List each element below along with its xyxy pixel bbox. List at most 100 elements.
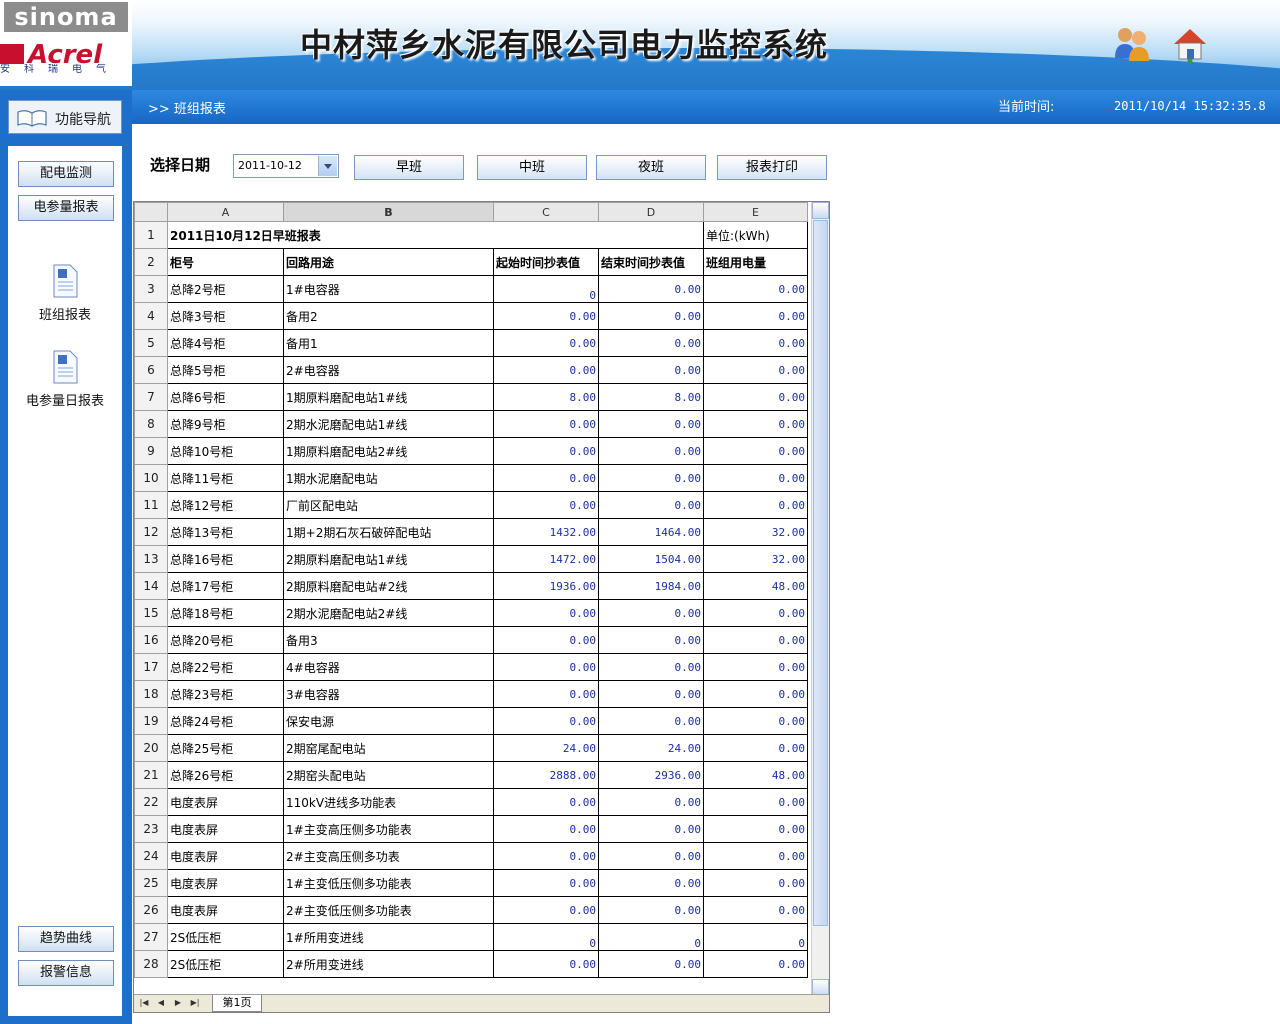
value-cell[interactable]: 0.00 [598, 707, 704, 735]
daily-param-report-link[interactable]: 电参量日报表 [8, 350, 122, 409]
value-cell[interactable]: 0.00 [493, 896, 599, 924]
text-cell[interactable]: 总降25号柜 [167, 734, 284, 762]
text-cell[interactable]: 总降23号柜 [167, 680, 284, 708]
text-cell[interactable]: 2#电容器 [283, 356, 494, 384]
text-cell[interactable]: 1#电容器 [283, 275, 494, 303]
value-cell[interactable]: 0.00 [493, 464, 599, 492]
column-header[interactable]: B [283, 202, 494, 222]
value-cell[interactable]: 1504.00 [598, 545, 704, 573]
text-cell[interactable]: 2期水泥磨配电站1#线 [283, 410, 494, 438]
param-report-button[interactable]: 电参量报表 [18, 195, 114, 221]
value-cell[interactable]: 0.00 [703, 788, 808, 816]
text-cell[interactable]: 总降16号柜 [167, 545, 284, 573]
row-header[interactable]: 17 [134, 653, 168, 681]
text-cell[interactable]: 电度表屏 [167, 815, 284, 843]
value-cell[interactable]: 0.00 [493, 680, 599, 708]
header-cell[interactable]: 结束时间抄表值 [598, 248, 704, 276]
text-cell[interactable]: 备用1 [283, 329, 494, 357]
text-cell[interactable]: 1期原料磨配电站1#线 [283, 383, 494, 411]
text-cell[interactable]: 电度表屏 [167, 842, 284, 870]
row-header[interactable]: 26 [134, 896, 168, 924]
row-header[interactable]: 19 [134, 707, 168, 735]
value-cell[interactable]: 0 [493, 275, 599, 303]
text-cell[interactable]: 电度表屏 [167, 896, 284, 924]
value-cell[interactable]: 0.00 [598, 842, 704, 870]
value-cell[interactable]: 24.00 [598, 734, 704, 762]
value-cell[interactable]: 0.00 [493, 329, 599, 357]
text-cell[interactable]: 总降20号柜 [167, 626, 284, 654]
text-cell[interactable]: 3#电容器 [283, 680, 494, 708]
value-cell[interactable]: 1472.00 [493, 545, 599, 573]
header-cell[interactable]: 班组用电量 [703, 248, 808, 276]
first-sheet-icon[interactable]: |◀ [136, 996, 152, 1010]
text-cell[interactable]: 总降6号柜 [167, 383, 284, 411]
scroll-thumb[interactable] [813, 220, 828, 926]
value-cell[interactable]: 0.00 [598, 680, 704, 708]
select-all-corner[interactable] [134, 202, 168, 222]
text-cell[interactable]: 2期原料磨配电站1#线 [283, 545, 494, 573]
value-cell[interactable]: 0.00 [703, 437, 808, 465]
row-header[interactable]: 27 [134, 923, 168, 951]
value-cell[interactable]: 0.00 [493, 599, 599, 627]
row-header[interactable]: 1 [134, 221, 168, 249]
row-header[interactable]: 4 [134, 302, 168, 330]
row-header[interactable]: 13 [134, 545, 168, 573]
text-cell[interactable]: 总降22号柜 [167, 653, 284, 681]
value-cell[interactable]: 32.00 [703, 545, 808, 573]
value-cell[interactable]: 1936.00 [493, 572, 599, 600]
value-cell[interactable]: 0.00 [598, 491, 704, 519]
value-cell[interactable]: 0.00 [493, 869, 599, 897]
alarm-info-button[interactable]: 报警信息 [18, 960, 114, 986]
value-cell[interactable]: 2888.00 [493, 761, 599, 789]
text-cell[interactable]: 2S低压柜 [167, 923, 284, 951]
text-cell[interactable]: 2#所用变进线 [283, 950, 494, 978]
row-header[interactable]: 25 [134, 869, 168, 897]
value-cell[interactable]: 0.00 [703, 815, 808, 843]
text-cell[interactable]: 总降3号柜 [167, 302, 284, 330]
text-cell[interactable]: 总降26号柜 [167, 761, 284, 789]
row-header[interactable]: 6 [134, 356, 168, 384]
value-cell[interactable]: 0.00 [493, 815, 599, 843]
value-cell[interactable]: 0.00 [493, 950, 599, 978]
text-cell[interactable]: 1#主变低压侧多功能表 [283, 869, 494, 897]
report-spreadsheet[interactable]: A B C D E 1 2011日10月12日早班报表 单位:(kWh) 2 柜… [133, 201, 830, 1013]
column-header[interactable]: D [598, 202, 704, 222]
value-cell[interactable]: 0.00 [703, 329, 808, 357]
value-cell[interactable]: 0 [493, 923, 599, 951]
value-cell[interactable]: 0.00 [598, 599, 704, 627]
column-header[interactable]: C [493, 202, 599, 222]
value-cell[interactable]: 0.00 [703, 842, 808, 870]
row-header[interactable]: 2 [134, 248, 168, 276]
value-cell[interactable]: 0.00 [493, 410, 599, 438]
text-cell[interactable]: 总降5号柜 [167, 356, 284, 384]
value-cell[interactable]: 0.00 [598, 437, 704, 465]
text-cell[interactable]: 2期水泥磨配电站2#线 [283, 599, 494, 627]
night-shift-button[interactable]: 夜班 [596, 155, 706, 180]
value-cell[interactable]: 0.00 [703, 383, 808, 411]
value-cell[interactable]: 0.00 [703, 869, 808, 897]
print-report-button[interactable]: 报表打印 [717, 155, 827, 180]
last-sheet-icon[interactable]: ▶| [187, 996, 203, 1010]
value-cell[interactable]: 0.00 [703, 896, 808, 924]
value-cell[interactable]: 0.00 [493, 842, 599, 870]
column-header[interactable]: A [167, 202, 284, 222]
value-cell[interactable]: 0.00 [703, 680, 808, 708]
report-title-cell[interactable]: 2011日10月12日早班报表 [167, 221, 704, 249]
value-cell[interactable]: 48.00 [703, 572, 808, 600]
row-header[interactable]: 5 [134, 329, 168, 357]
value-cell[interactable]: 8.00 [598, 383, 704, 411]
value-cell[interactable]: 0.00 [598, 653, 704, 681]
row-header[interactable]: 28 [134, 950, 168, 978]
value-cell[interactable]: 0.00 [598, 626, 704, 654]
value-cell[interactable]: 0.00 [703, 410, 808, 438]
row-header[interactable]: 9 [134, 437, 168, 465]
value-cell[interactable]: 0.00 [493, 788, 599, 816]
row-header[interactable]: 22 [134, 788, 168, 816]
text-cell[interactable]: 总降12号柜 [167, 491, 284, 519]
date-select[interactable]: 2011-10-12 [233, 154, 339, 178]
text-cell[interactable]: 2S低压柜 [167, 950, 284, 978]
row-header[interactable]: 14 [134, 572, 168, 600]
text-cell[interactable]: 备用3 [283, 626, 494, 654]
value-cell[interactable]: 1984.00 [598, 572, 704, 600]
value-cell[interactable]: 48.00 [703, 761, 808, 789]
